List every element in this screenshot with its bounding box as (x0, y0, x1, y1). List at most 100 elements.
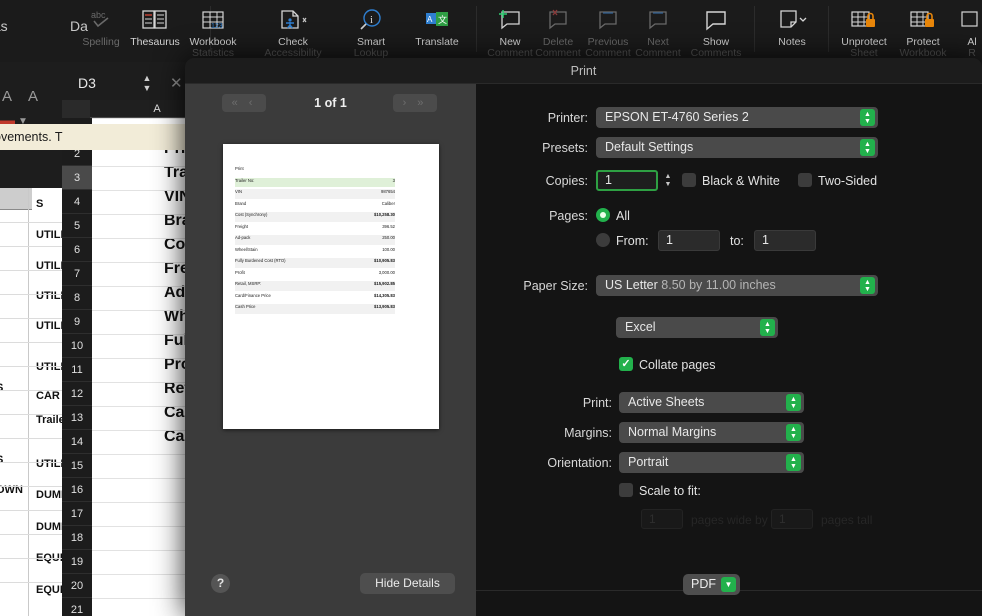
previous-comment-icon (594, 3, 622, 37)
orientation-label: Orientation: (547, 456, 612, 470)
row-header-19[interactable]: 19 (62, 550, 92, 574)
select-all-corner[interactable] (62, 100, 90, 118)
pages-all-radio[interactable] (596, 208, 610, 222)
row-header-15[interactable]: 15 (62, 454, 92, 478)
ribbon-button-show-comments[interactable]: Show Comments (688, 0, 744, 62)
page-preview-key: Card/Finance Price (235, 292, 271, 298)
row-header-21[interactable]: 21 (62, 598, 92, 616)
pages-from-input[interactable]: 1 (658, 230, 720, 251)
ribbon-button-unprotect-sheet[interactable]: Unprotect Sheet (834, 0, 894, 62)
ribbon-button-previous-comment[interactable]: Previous Comment (580, 0, 636, 62)
collate-checkbox[interactable]: ✓ (619, 357, 633, 371)
pages-wide-label: pages wide by (691, 513, 768, 527)
allow-edit-ranges-icon (960, 3, 982, 37)
chevron-updown-icon[interactable]: ▲ ▼ (860, 139, 875, 156)
pages-tall-input[interactable]: 1 (771, 509, 813, 529)
ribbon-button-next-comment[interactable]: Next Comment (635, 0, 681, 62)
row-header-8[interactable]: 8 (62, 286, 92, 310)
row-header-12[interactable]: 12 (62, 382, 92, 406)
margins-row: Margins: Normal Margins ▲ ▼ (476, 421, 982, 445)
row-header-4[interactable]: 4 (62, 190, 92, 214)
two-sided-checkbox[interactable] (798, 173, 812, 187)
ribbon-button-spelling[interactable]: abc Spelling (76, 0, 126, 62)
dialog-titlebar[interactable]: Print (185, 58, 982, 84)
chevron-updown-icon[interactable]: ▲ ▼ (786, 394, 801, 411)
tab-formulas[interactable]: ulas (0, 18, 8, 34)
ribbon-button-new-comment[interactable]: New Comment (484, 0, 536, 62)
ribbon-button-allow-edit-ranges[interactable]: Al R (952, 0, 982, 62)
pdf-button[interactable]: PDF ▼ (683, 574, 740, 595)
copies-input[interactable]: 1 (596, 170, 658, 191)
delete-comment-icon (544, 3, 572, 37)
show-comments-icon (702, 3, 730, 37)
row-header-20[interactable]: 20 (62, 574, 92, 598)
ribbon-button-delete-comment[interactable]: Delete Comment (534, 0, 582, 62)
ribbon: ulas Da A A ▬ ▼ abc Spelling (0, 0, 982, 129)
row-header-11[interactable]: 11 (62, 358, 92, 382)
pages-label: Pages: (549, 209, 588, 223)
page-preview-row: Profit 3,000.00 (235, 270, 395, 280)
row-header-18[interactable]: 18 (62, 526, 92, 550)
black-white-checkbox[interactable] (682, 173, 696, 187)
next-page-button[interactable]: › » (393, 94, 437, 112)
app-options-select[interactable]: Excel ▲ ▼ (616, 317, 778, 338)
screen: e S S OWN S UTILIT UTILIT UTILIT UTILIT … (0, 0, 982, 616)
page-thumbnail[interactable]: Print Trailer No: 3 VIN 987654 Brand Caliber Co… (223, 144, 439, 429)
svg-text:abc: abc (91, 10, 106, 20)
ribbon-label: Notes (778, 36, 806, 48)
ribbon-button-smart-lookup[interactable]: i Smart Lookup (344, 0, 398, 62)
printer-select[interactable]: EPSON ET-4760 Series 2 ▲ ▼ (596, 107, 878, 128)
chevron-updown-icon[interactable]: ▲ ▼ (786, 454, 801, 471)
name-box-stepper-icon[interactable]: ▲ ▼ (140, 73, 154, 95)
hide-details-button[interactable]: Hide Details (360, 573, 455, 594)
page-preview-row: Print (235, 166, 395, 176)
chevron-updown-icon[interactable]: ▲ ▼ (760, 319, 775, 336)
collate-row: ✓ Collate pages (476, 353, 982, 377)
page-preview-key: VIN (235, 189, 242, 194)
ribbon-button-workbook-statistics[interactable]: 123 Workbook Statistics (183, 0, 243, 62)
help-button[interactable]: ? (211, 574, 230, 593)
left-edge-cell: S (0, 382, 3, 394)
page-preview-key: Brand (235, 200, 247, 206)
ribbon-button-translate[interactable]: A 文 Translate (406, 0, 468, 62)
ribbon-button-thesaurus[interactable]: Thesaurus (128, 0, 182, 62)
scale-to-fit-checkbox[interactable] (619, 483, 633, 497)
row-header-16[interactable]: 16 (62, 478, 92, 502)
ribbon-button-check-accessibility[interactable]: Check Accessibility (258, 0, 328, 62)
row-header-9[interactable]: 9 (62, 310, 92, 334)
chevron-updown-icon[interactable]: ▲ ▼ (860, 277, 875, 294)
chevron-updown-icon[interactable]: ▲ ▼ (860, 109, 875, 126)
row-header-7[interactable]: 7 (62, 262, 92, 286)
cancel-formula-icon[interactable]: ✕ (170, 74, 183, 92)
presets-select[interactable]: Default Settings ▲ ▼ (596, 137, 878, 158)
page-preview-row: Cash Price $13,905.83 (235, 304, 395, 314)
row-header-17[interactable]: 17 (62, 502, 92, 526)
fill-color-icon[interactable]: A (28, 88, 38, 105)
printer-row: Printer: EPSON ET-4760 Series 2 ▲ ▼ (476, 106, 982, 130)
paper-size-select[interactable]: US Letter 8.50 by 11.00 inches ▲ ▼ (596, 275, 878, 296)
pages-wide-input[interactable]: 1 (641, 509, 683, 529)
row-header-10[interactable]: 10 (62, 334, 92, 358)
copies-stepper[interactable]: ▲ ▼ (662, 171, 674, 190)
margins-select[interactable]: Normal Margins ▲ ▼ (619, 422, 804, 443)
row-header-3[interactable]: 3 (62, 166, 92, 190)
pages-to-input[interactable]: 1 (754, 230, 816, 251)
orientation-select[interactable]: Portrait ▲ ▼ (619, 452, 804, 473)
print-scope-select[interactable]: Active Sheets ▲ ▼ (619, 392, 804, 413)
print-settings-pane: Printer: EPSON ET-4760 Series 2 ▲ ▼ Prese… (476, 84, 982, 590)
row-header-13[interactable]: 13 (62, 406, 92, 430)
page-preview-row: Fully Burdened Cost (RTO) $10,905.83 (235, 258, 395, 268)
next-comment-icon (644, 3, 672, 37)
pages-range-radio[interactable] (596, 233, 610, 247)
ribbon-button-protect-workbook[interactable]: Protect Workbook (894, 0, 952, 62)
row-header-5[interactable]: 5 (62, 214, 92, 238)
ribbon-button-notes[interactable]: Notes (764, 0, 820, 62)
svg-text:123: 123 (211, 23, 223, 30)
chevron-updown-icon[interactable]: ▲ ▼ (786, 424, 801, 441)
font-color-icon[interactable]: A (2, 88, 12, 105)
row-header-6[interactable]: 6 (62, 238, 92, 262)
print-scope-row: Print: Active Sheets ▲ ▼ (476, 391, 982, 415)
chevron-down-icon[interactable]: ▼ (721, 577, 736, 592)
row-header-14[interactable]: 14 (62, 430, 92, 454)
svg-text:A: A (427, 15, 433, 24)
